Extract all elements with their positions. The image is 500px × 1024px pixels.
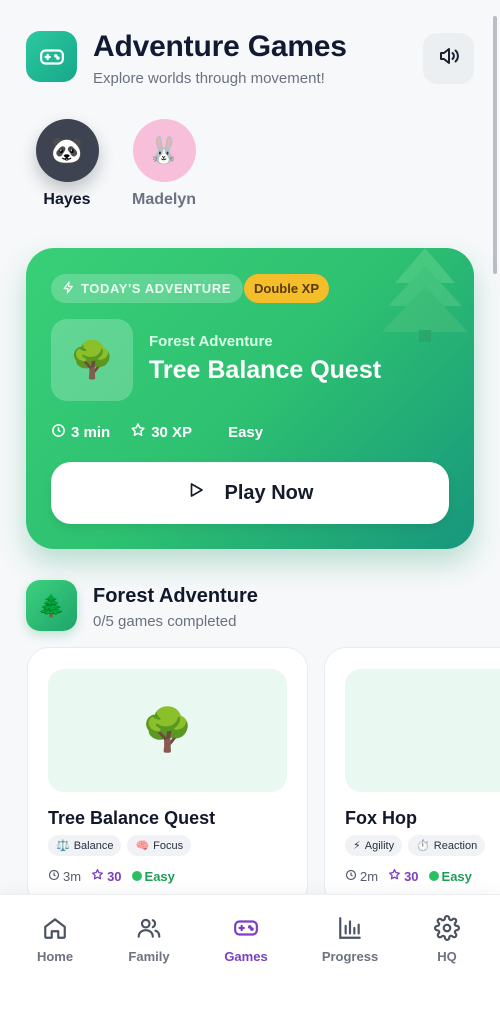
- game-tags: ⚡ Agility ⏱️ Reaction: [345, 835, 486, 856]
- profile-hayes[interactable]: 🐼 Hayes: [27, 119, 107, 209]
- play-label: Play Now: [224, 481, 314, 504]
- fox-icon: 🦊: [345, 669, 500, 792]
- clock-icon: [48, 869, 60, 884]
- nav-hq[interactable]: HQ: [402, 913, 492, 964]
- todays-adventure-badge: TODAY'S ADVENTURE: [51, 274, 244, 303]
- game-title: Tree Balance Quest: [48, 808, 216, 828]
- play-icon: [187, 481, 205, 505]
- gamepad-icon: [201, 913, 291, 943]
- star-icon: [388, 868, 401, 884]
- nav-label: HQ: [437, 949, 457, 964]
- pine-tree-decoration-icon: [380, 248, 470, 353]
- nav-label: Progress: [321, 949, 379, 964]
- clock-icon: [51, 423, 66, 442]
- todays-adventure-card[interactable]: TODAY'S ADVENTURE Double XP 🌳 Forest Adv…: [26, 248, 474, 549]
- profile-name: Hayes: [43, 191, 91, 208]
- hero-meta: 3 min 30 XP Easy: [51, 422, 263, 442]
- clock-icon: [345, 869, 357, 884]
- game-card[interactable]: 🌳 Tree Balance Quest ⚖️ Balance 🧠 Focus …: [27, 647, 308, 900]
- nav-label: Home: [36, 949, 74, 964]
- nav-games[interactable]: Games: [201, 913, 291, 964]
- gamepad-icon: [26, 31, 77, 82]
- game-meta: 3m 30 Easy: [48, 868, 175, 884]
- pine-tree-icon: 🌲: [26, 580, 77, 631]
- game-meta: 2m 30 Easy: [345, 868, 472, 884]
- bottom-nav: Home Family Games Progress HQ: [0, 894, 500, 1024]
- nav-progress[interactable]: Progress: [305, 913, 395, 964]
- brain-icon: 🧠: [135, 840, 150, 852]
- star-icon: [91, 868, 104, 884]
- tag-label: Balance: [73, 839, 114, 852]
- difficulty-label: Easy: [441, 868, 472, 884]
- xp: 30 XP: [130, 422, 192, 442]
- difficulty-label: Easy: [144, 868, 175, 884]
- nav-label: Games: [224, 949, 268, 964]
- hero-title: Tree Balance Quest: [149, 356, 382, 384]
- lightning-icon: [62, 280, 75, 297]
- stopwatch-icon: ⏱️: [416, 840, 430, 852]
- games-carousel[interactable]: 🌳 Tree Balance Quest ⚖️ Balance 🧠 Focus …: [0, 640, 500, 900]
- difficulty: Easy: [131, 868, 175, 884]
- duration: 3m: [48, 869, 81, 884]
- tree-icon: 🌳: [51, 319, 133, 401]
- game-tags: ⚖️ Balance 🧠 Focus: [48, 835, 192, 856]
- chart-icon: [305, 913, 395, 943]
- xp: 30: [388, 868, 419, 884]
- avatar: 🐰: [132, 119, 196, 182]
- duration-label: 3 min: [71, 423, 111, 441]
- duration-label: 3m: [63, 868, 82, 884]
- gear-icon: [402, 913, 492, 943]
- duration: 3 min: [51, 423, 110, 442]
- difficulty: Easy: [428, 868, 472, 884]
- nav-home[interactable]: Home: [10, 913, 100, 964]
- profile-madelyn[interactable]: 🐰 Madelyn: [124, 119, 204, 209]
- star-icon: [130, 422, 146, 442]
- play-now-button[interactable]: Play Now: [51, 462, 449, 524]
- page-subtitle: Explore worlds through movement!: [93, 70, 325, 87]
- game-title: Fox Hop: [345, 808, 417, 828]
- tag: 🧠 Focus: [127, 835, 192, 856]
- difficulty-dot: [131, 871, 142, 881]
- tag: ⚡ Agility: [345, 835, 403, 856]
- page-title: Adventure Games: [93, 30, 347, 63]
- game-card[interactable]: 🦊 Fox Hop ⚡ Agility ⏱️ Reaction 2m: [324, 647, 500, 900]
- difficulty: Easy: [228, 423, 264, 441]
- page-header: Adventure Games Explore worlds through m…: [26, 28, 474, 90]
- speaker-icon: [437, 44, 461, 73]
- duration: 2m: [345, 869, 378, 884]
- balance-icon: ⚖️: [56, 840, 70, 852]
- badge-label: TODAY'S ADVENTURE: [81, 281, 232, 296]
- section-title: Forest Adventure: [93, 585, 258, 607]
- tag-label: Focus: [153, 839, 184, 852]
- xp-label: 30: [404, 868, 419, 884]
- tag: ⏱️ Reaction: [408, 835, 486, 856]
- profile-name: Madelyn: [131, 191, 196, 208]
- nav-label: Family: [128, 949, 170, 964]
- tag-label: Agility: [364, 839, 395, 852]
- nav-family[interactable]: Family: [104, 913, 194, 964]
- family-icon: [104, 913, 194, 943]
- section-progress: 0/5 games completed: [93, 613, 237, 630]
- home-icon: [10, 913, 100, 943]
- xp-label: 30 XP: [151, 423, 193, 441]
- page-scrollbar[interactable]: [493, 16, 497, 274]
- double-xp-badge: Double XP: [244, 274, 330, 303]
- duration-label: 2m: [360, 868, 379, 884]
- tag-label: Reaction: [433, 839, 478, 852]
- xp-label: 30: [107, 868, 122, 884]
- avatar: 🐼: [35, 119, 99, 182]
- hero-category: Forest Adventure: [149, 333, 273, 350]
- difficulty-dot: [428, 871, 439, 881]
- tree-icon: 🌳: [48, 669, 287, 792]
- lightning-icon: ⚡: [353, 840, 361, 852]
- xp: 30: [91, 868, 122, 884]
- sound-button[interactable]: [423, 33, 474, 84]
- tag: ⚖️ Balance: [48, 835, 122, 856]
